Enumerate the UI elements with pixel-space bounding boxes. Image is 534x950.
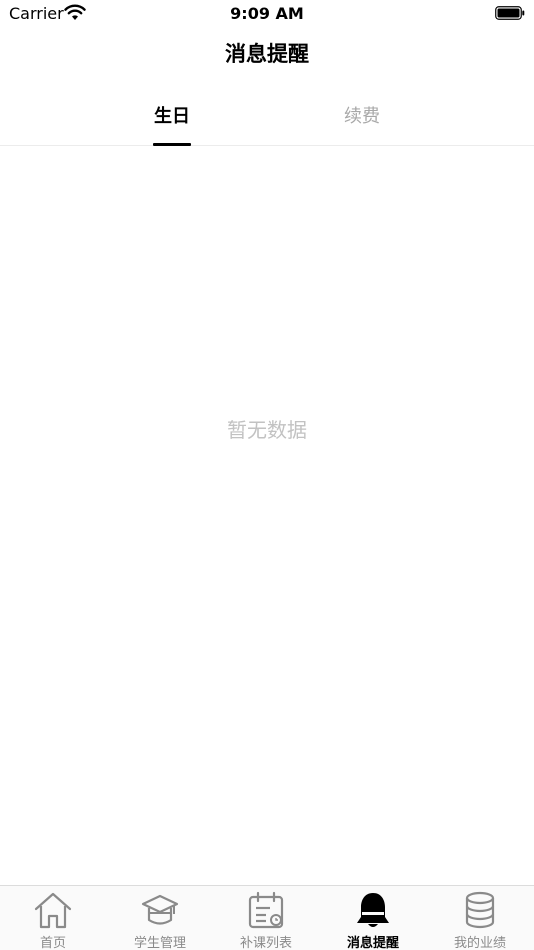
tab-bar-item-messages[interactable]: 消息提醒 bbox=[320, 886, 426, 950]
graduation-cap-icon bbox=[141, 894, 179, 925]
bell-icon bbox=[357, 893, 389, 927]
tab-bar-label-makeup-classes: 补课列表 bbox=[239, 936, 292, 950]
calendar-list-icon bbox=[248, 891, 284, 929]
empty-state-text: 暂无数据 bbox=[227, 418, 307, 442]
tab-bar-item-home[interactable]: 首页 bbox=[0, 886, 106, 950]
tab-bar-item-students[interactable]: 学生管理 bbox=[107, 886, 213, 950]
tab-bar-label-performance: 我的业绩 bbox=[453, 936, 506, 950]
database-icon bbox=[465, 891, 495, 929]
tab-renewal[interactable]: 续费 bbox=[302, 102, 422, 128]
tab-bar-label-home: 首页 bbox=[39, 936, 66, 950]
tab-bar-label-students: 学生管理 bbox=[133, 936, 186, 950]
bottom-tab-bar: 首页 学生管理 补课列表 消息提醒 我的业绩 bbox=[0, 885, 534, 950]
home-icon bbox=[34, 892, 72, 929]
status-bar: Carrier 9:09 AM bbox=[0, 0, 534, 28]
tab-birthday[interactable]: 生日 bbox=[112, 102, 232, 128]
page-title: 消息提醒 bbox=[225, 42, 309, 66]
tab-active-indicator bbox=[153, 143, 191, 146]
tab-bar-label-messages: 消息提醒 bbox=[346, 936, 399, 950]
segment-tabs: 生日 续费 bbox=[0, 96, 534, 146]
tab-bar-item-makeup-classes[interactable]: 补课列表 bbox=[213, 886, 319, 950]
tab-bar-item-performance[interactable]: 我的业绩 bbox=[427, 886, 533, 950]
clock: 9:09 AM bbox=[230, 4, 304, 23]
battery-icon bbox=[495, 6, 525, 20]
